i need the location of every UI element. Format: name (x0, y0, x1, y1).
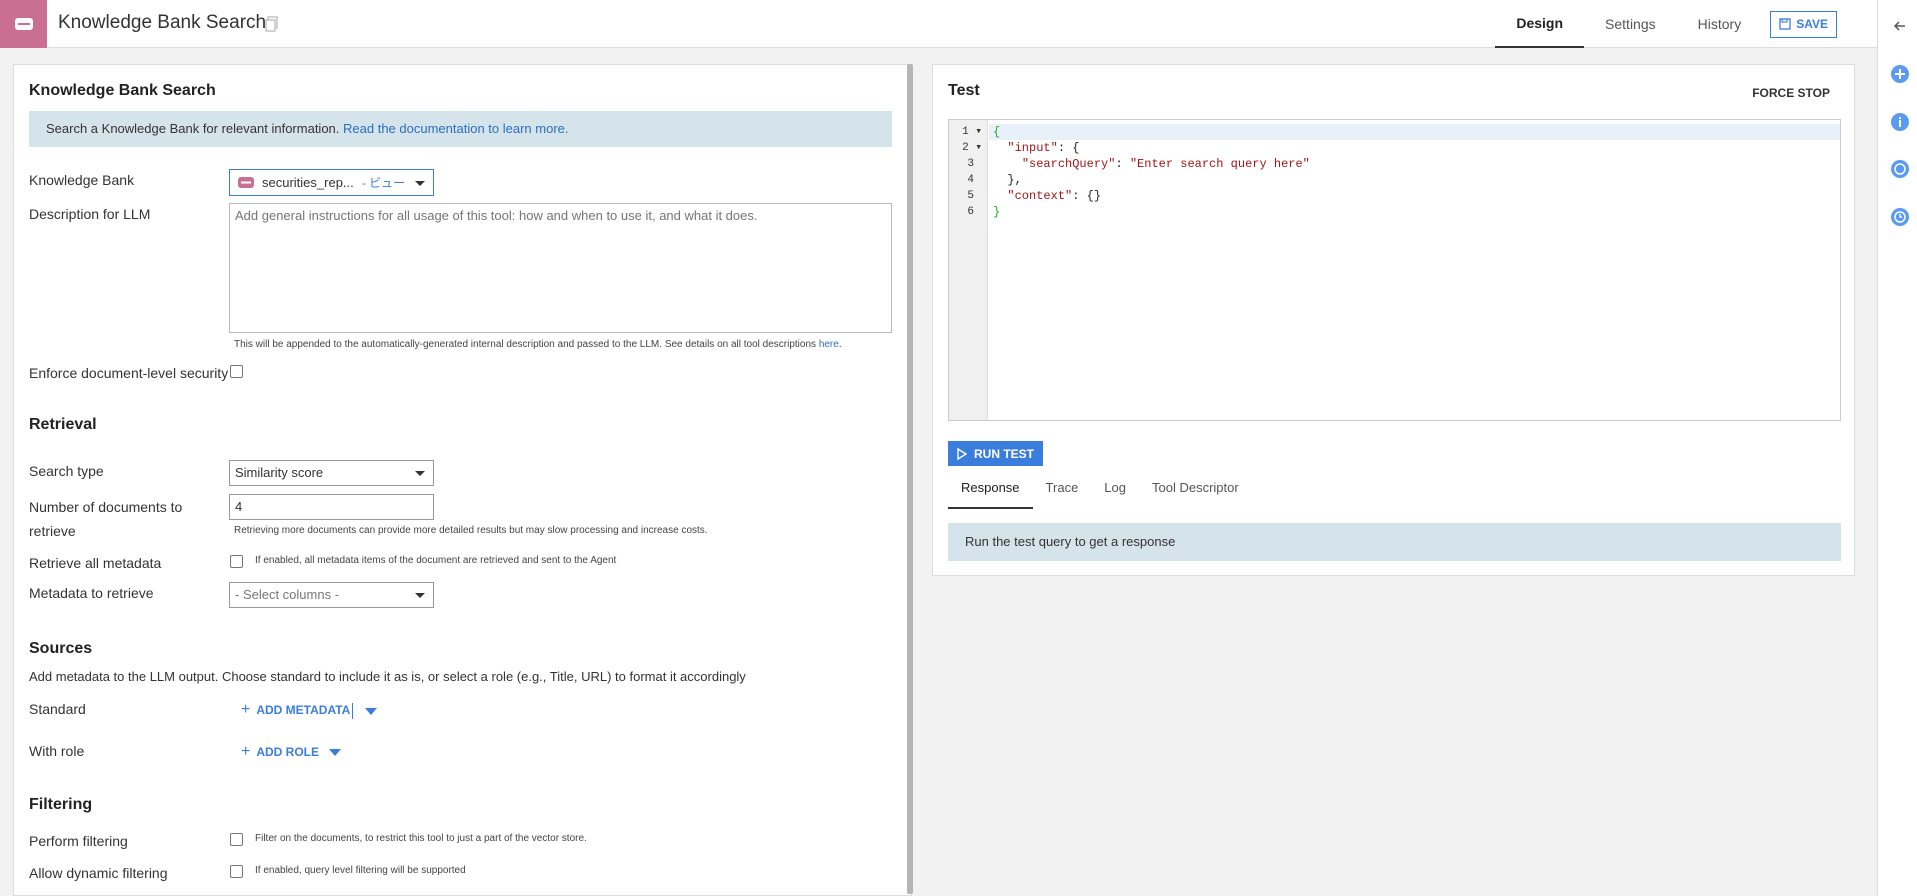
dynamic-filtering-help: If enabled, query level filtering will b… (255, 865, 466, 876)
chevron-down-icon (415, 593, 425, 598)
code-line: }, (1007, 173, 1022, 187)
tab-trace[interactable]: Trace (1033, 470, 1092, 509)
documentation-link[interactable]: Read the documentation to learn more. (343, 121, 568, 136)
add-metadata-label: ADD METADATA (256, 703, 351, 717)
sources-section-title: Sources (29, 640, 93, 657)
metadata-select[interactable]: - Select columns - (229, 582, 434, 608)
panel-scrollbar[interactable] (907, 64, 913, 894)
code-line: "input": { (1007, 141, 1080, 155)
metadata-label: Metadata to retrieve (29, 585, 154, 601)
sources-help: Add metadata to the LLM output. Choose s… (29, 669, 746, 684)
save-button[interactable]: SAVE (1770, 10, 1837, 38)
button-divider (352, 703, 353, 719)
enforce-security-label: Enforce document-level security (29, 365, 229, 381)
enforce-security-checkbox[interactable] (230, 365, 243, 378)
active-line-highlight (989, 124, 1840, 140)
code-line: { (993, 125, 1001, 139)
run-test-button[interactable]: RUN TEST (948, 441, 1043, 466)
response-tabs: Response Trace Log Tool Descriptor (948, 470, 1252, 509)
knowledge-bank-select[interactable]: securities_rep... - ビュー (229, 169, 434, 196)
play-icon (957, 447, 967, 460)
tab-response[interactable]: Response (948, 470, 1033, 509)
search-type-value: Similarity score (235, 465, 324, 480)
info-text: Search a Knowledge Bank for relevant inf… (46, 121, 340, 136)
add-icon[interactable] (1890, 64, 1910, 84)
right-rail (1877, 0, 1917, 896)
chevron-down-icon (415, 181, 425, 186)
code-line: } (993, 205, 1001, 219)
line-number: 4 (967, 174, 974, 186)
chevron-down-icon (329, 748, 342, 756)
retrieve-all-label: Retrieve all metadata (29, 555, 162, 571)
editor-gutter: 1 ▾ 2 ▾ 3 4 5 6 (949, 120, 988, 420)
retrieve-all-help: If enabled, all metadata items of the do… (255, 555, 617, 566)
json-editor[interactable]: 1 ▾ 2 ▾ 3 4 5 6 { "input": { "searchQuer… (948, 119, 1841, 421)
tab-tool-descriptor[interactable]: Tool Descriptor (1139, 470, 1252, 509)
config-title: Knowledge Bank Search (29, 82, 216, 99)
search-type-label: Search type (29, 463, 104, 479)
history-icon[interactable] (1890, 207, 1910, 227)
line-number: 5 (967, 190, 974, 202)
chevron-down-icon[interactable] (365, 708, 377, 715)
perform-filtering-label: Perform filtering (29, 833, 128, 849)
knowledge-bank-label: Knowledge Bank (29, 172, 135, 188)
description-textarea[interactable] (229, 203, 892, 333)
description-label: Description for LLM (29, 206, 151, 222)
line-number: 3 (967, 158, 974, 170)
code-line: "context": {} (1007, 189, 1102, 203)
search-type-select[interactable]: Similarity score (229, 460, 434, 486)
knowledge-bank-tool-icon (0, 0, 47, 48)
test-title: Test (948, 82, 980, 99)
line-number: 2 ▾ (962, 142, 982, 154)
run-test-label: RUN TEST (974, 446, 1034, 461)
info-icon[interactable] (1890, 112, 1910, 132)
knowledge-bank-tag: - ビュー (361, 176, 406, 190)
back-arrow-icon[interactable] (1890, 16, 1910, 36)
description-help: This will be appended to the automatical… (234, 339, 842, 350)
chat-icon[interactable] (1890, 159, 1910, 179)
save-button-label: SAVE (1796, 17, 1828, 31)
save-icon (1779, 18, 1791, 30)
test-panel: Test FORCE STOP 1 ▾ 2 ▾ 3 4 5 6 { "input… (932, 64, 1855, 576)
tab-log[interactable]: Log (1091, 470, 1139, 509)
add-metadata-button[interactable]: + ADD METADATA (241, 701, 350, 719)
dynamic-filtering-checkbox[interactable] (230, 865, 243, 878)
perform-filtering-checkbox[interactable] (230, 833, 243, 846)
perform-filtering-help: Filter on the documents, to restrict thi… (255, 833, 587, 844)
num-docs-label: Number of documents to retrieve (29, 499, 183, 539)
retrieve-all-checkbox[interactable] (230, 555, 243, 568)
dynamic-filtering-label: Allow dynamic filtering (29, 865, 168, 881)
with-role-label: With role (29, 743, 85, 759)
tab-design[interactable]: Design (1495, 0, 1585, 48)
add-role-label: ADD ROLE (256, 745, 320, 759)
filtering-section-title: Filtering (29, 796, 93, 813)
page-title: Knowledge Bank Search (58, 12, 267, 33)
top-header: Knowledge Bank Search Design Settings Hi… (0, 0, 1877, 48)
knowledge-bank-value: securities_rep... (262, 175, 354, 190)
plus-icon: + (241, 701, 251, 718)
info-banner: Search a Knowledge Bank for relevant inf… (29, 111, 892, 147)
retrieval-section-title: Retrieval (29, 416, 97, 433)
tab-history[interactable]: History (1677, 0, 1763, 48)
num-docs-help: Retrieving more documents can provide mo… (234, 525, 708, 536)
num-docs-input[interactable]: 4 (229, 494, 434, 520)
tool-config-panel: Knowledge Bank Search Search a Knowledge… (13, 64, 912, 896)
force-stop-button[interactable]: FORCE STOP (1752, 86, 1830, 100)
add-role-button[interactable]: + ADD ROLE (241, 743, 342, 761)
line-number: 6 (967, 206, 974, 218)
tool-descriptions-link[interactable]: here (819, 339, 839, 350)
chevron-down-icon (415, 471, 425, 476)
plus-icon: + (241, 743, 251, 760)
metadata-placeholder: - Select columns - (235, 587, 340, 602)
tab-settings[interactable]: Settings (1584, 0, 1677, 48)
line-number: 1 ▾ (962, 126, 982, 138)
response-message: Run the test query to get a response (948, 523, 1841, 561)
top-nav-tabs: Design Settings History SAVE (1495, 0, 1837, 48)
standard-label: Standard (29, 701, 86, 717)
code-line: "searchQuery": "Enter search query here" (1021, 157, 1310, 171)
knowledge-bank-icon (238, 177, 254, 188)
description-help-text: This will be appended to the automatical… (234, 339, 817, 350)
copy-icon[interactable] (265, 16, 279, 32)
